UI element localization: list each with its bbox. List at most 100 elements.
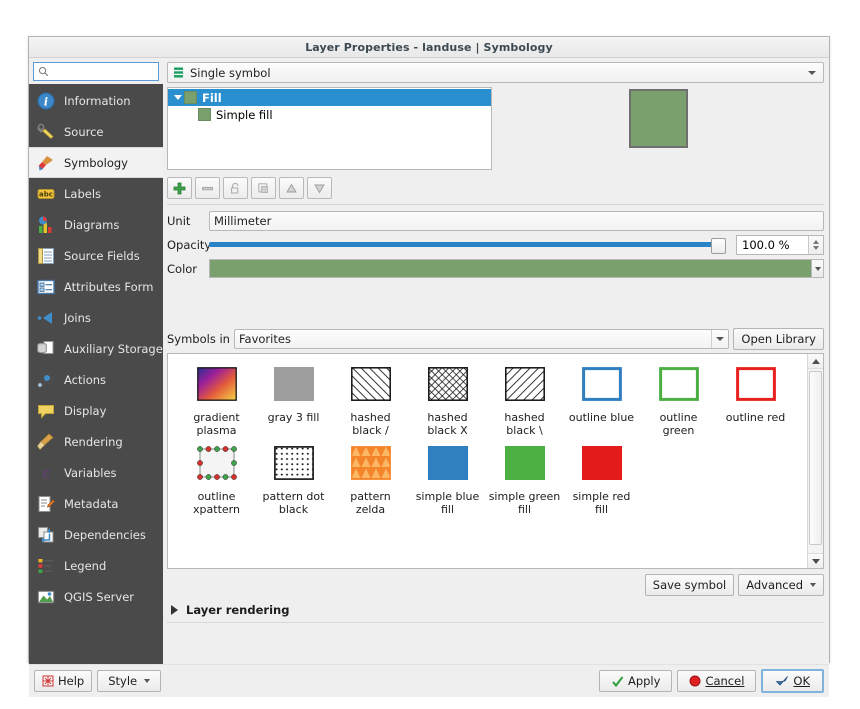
- symbol-swatch-icon: [655, 362, 703, 406]
- help-button[interactable]: Help: [34, 670, 93, 692]
- scrollbar-track[interactable]: [808, 369, 823, 553]
- symbol-item[interactable]: outline green: [640, 362, 717, 437]
- save-symbol-button[interactable]: Save symbol: [644, 574, 735, 596]
- qgis-server-icon: [35, 586, 57, 608]
- symbol-grid-scrollbar[interactable]: [807, 354, 823, 568]
- scrollbar-thumb[interactable]: [809, 371, 822, 545]
- sidebar-item-auxiliary-storage[interactable]: Auxiliary Storage: [29, 333, 163, 364]
- symbols-library-header: Symbols in Favorites Open Library: [167, 328, 824, 350]
- opacity-spinbox[interactable]: 100.0 %: [736, 234, 824, 255]
- style-button[interactable]: Style: [97, 670, 162, 692]
- symbol-library-grid-wrap: gradient plasma gray 3 fill hashed black …: [167, 353, 824, 569]
- move-up-button[interactable]: [279, 177, 304, 199]
- symbols-in-label: Symbols in: [167, 332, 230, 346]
- sidebar-item-information[interactable]: i Information: [29, 85, 163, 116]
- sidebar-item-label: Display: [64, 403, 107, 418]
- sidebar-item-attributes-form[interactable]: Attributes Form: [29, 271, 163, 302]
- symbol-item[interactable]: pattern dot black: [255, 441, 332, 516]
- simple-fill-color-swatch: [198, 108, 211, 121]
- symbol-item[interactable]: pattern zelda: [332, 441, 409, 516]
- ok-check-icon: [775, 675, 789, 688]
- symbol-label: hashed black X: [427, 411, 468, 437]
- open-library-button[interactable]: Open Library: [733, 328, 824, 350]
- symbol-label: outline blue: [568, 411, 635, 424]
- tree-item-simple-fill[interactable]: Simple fill: [168, 106, 491, 123]
- scroll-down-button[interactable]: [808, 553, 823, 568]
- search-input[interactable]: [52, 63, 156, 80]
- sidebar-item-actions[interactable]: Actions: [29, 364, 163, 395]
- sidebar-item-qgis-server[interactable]: QGIS Server: [29, 581, 163, 612]
- sidebar-item-display[interactable]: Display: [29, 395, 163, 426]
- symbol-item[interactable]: hashed black \: [486, 362, 563, 437]
- symbol-item[interactable]: simple blue fill: [409, 441, 486, 516]
- symbol-item[interactable]: outline blue: [563, 362, 640, 437]
- symbol-item[interactable]: outline xpattern: [178, 441, 255, 516]
- tree-item-fill[interactable]: Fill: [168, 89, 491, 106]
- sidebar-item-dependencies[interactable]: Dependencies: [29, 519, 163, 550]
- symbol-item[interactable]: simple green fill: [486, 441, 563, 516]
- opacity-slider[interactable]: [209, 235, 734, 255]
- sidebar-item-source[interactable]: Source: [29, 116, 163, 147]
- sidebar-item-variables[interactable]: ε Variables: [29, 457, 163, 488]
- symbol-swatch-icon: [732, 362, 780, 406]
- svg-text:i: i: [44, 95, 48, 108]
- sidebar-item-metadata[interactable]: Metadata: [29, 488, 163, 519]
- sidebar-item-source-fields[interactable]: Source Fields: [29, 240, 163, 271]
- tree-item-fill-label: Fill: [202, 90, 222, 105]
- symbol-item[interactable]: outline red: [717, 362, 794, 437]
- symbol-library-grid: gradient plasma gray 3 fill hashed black …: [168, 354, 807, 568]
- spinbox-arrows[interactable]: [808, 235, 823, 254]
- style-label: Style: [108, 674, 138, 688]
- sidebar-item-symbology[interactable]: Symbology: [29, 147, 163, 178]
- symbol-label: pattern zelda: [350, 490, 391, 516]
- joins-icon: [35, 307, 57, 329]
- symbol-item[interactable]: gray 3 fill: [255, 362, 332, 437]
- scroll-up-button[interactable]: [808, 354, 823, 369]
- opacity-slider-handle[interactable]: [711, 237, 726, 254]
- remove-symbol-layer-button[interactable]: [195, 177, 220, 199]
- duplicate-layer-button[interactable]: [251, 177, 276, 199]
- search-box[interactable]: [33, 62, 159, 81]
- sidebar-item-rendering[interactable]: Rendering: [29, 426, 163, 457]
- sidebar-item-label: Metadata: [64, 496, 119, 511]
- display-balloon-icon: [35, 400, 57, 422]
- sidebar-item-diagrams[interactable]: Diagrams: [29, 209, 163, 240]
- sidebar-item-label: Source: [64, 124, 104, 139]
- symbology-brush-icon: [35, 152, 57, 174]
- symbol-item[interactable]: gradient plasma: [178, 362, 255, 437]
- renderer-type-combo[interactable]: Single symbol: [167, 62, 824, 83]
- sidebar-item-joins[interactable]: Joins: [29, 302, 163, 333]
- symbol-group-combo[interactable]: Favorites: [233, 329, 730, 349]
- layer-rendering-section[interactable]: Layer rendering: [167, 603, 824, 623]
- chevron-down-icon[interactable]: [711, 330, 728, 348]
- lock-layer-button[interactable]: [223, 177, 248, 199]
- svg-text:ε: ε: [42, 464, 50, 482]
- symbol-swatch-icon: [501, 441, 549, 485]
- sidebar-item-label: Rendering: [64, 434, 123, 449]
- sidebar-item-legend[interactable]: Legend: [29, 550, 163, 581]
- sidebar-item-label: Attributes Form: [64, 279, 154, 294]
- unit-combo[interactable]: Millimeter: [209, 210, 824, 231]
- ok-button[interactable]: OK: [761, 669, 824, 693]
- sidebar-item-labels[interactable]: abc Labels: [29, 178, 163, 209]
- sidebar-item-label: Variables: [64, 465, 117, 480]
- cancel-button[interactable]: Cancel: [677, 670, 757, 692]
- labels-abc-icon: abc: [35, 183, 57, 205]
- color-dropdown-button[interactable]: [812, 259, 824, 278]
- sidebar-item-label: Legend: [64, 558, 107, 573]
- symbol-label: simple blue fill: [415, 490, 480, 516]
- symbol-label: outline xpattern: [193, 490, 240, 516]
- advanced-button[interactable]: Advanced: [738, 574, 824, 596]
- expand-triangle-icon[interactable]: [172, 95, 184, 100]
- add-symbol-layer-button[interactable]: [167, 177, 192, 199]
- sidebar-item-label: Labels: [64, 186, 102, 201]
- move-down-button[interactable]: [307, 177, 332, 199]
- symbol-item[interactable]: hashed black X: [409, 362, 486, 437]
- symbol-label: hashed black \: [504, 411, 545, 437]
- symbol-item[interactable]: hashed black /: [332, 362, 409, 437]
- symbol-layer-tree[interactable]: Fill Simple fill: [167, 87, 492, 170]
- color-button[interactable]: [209, 259, 812, 278]
- symbol-item[interactable]: simple red fill: [563, 441, 640, 516]
- apply-button[interactable]: Apply: [598, 670, 673, 692]
- auxiliary-storage-icon: [35, 338, 57, 360]
